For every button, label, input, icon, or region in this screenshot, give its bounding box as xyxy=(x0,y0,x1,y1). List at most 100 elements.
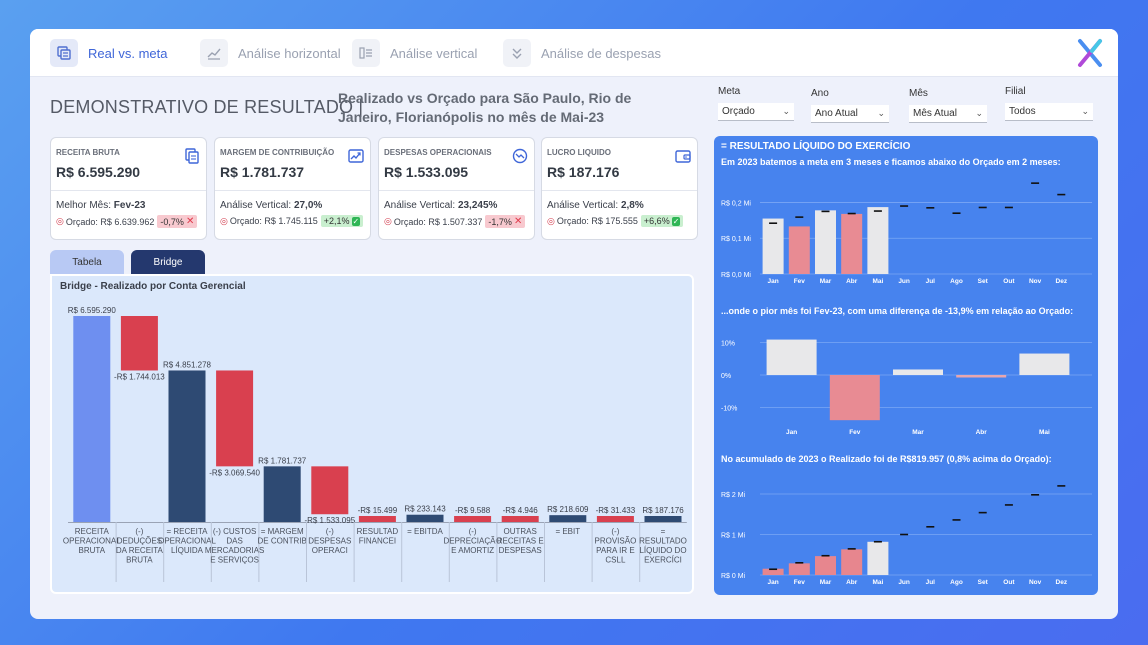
bridge-title: Bridge - Realizado por Conta Gerencial xyxy=(60,281,246,292)
bar-data-label: R$ 4.851.278 xyxy=(163,360,212,369)
variance-bar xyxy=(956,375,1007,378)
divider xyxy=(379,190,534,191)
category-label-line: OPERACI xyxy=(312,546,348,555)
target-icon: ◎ xyxy=(547,215,555,226)
y-tick-label: R$ 0 Mi xyxy=(721,573,746,580)
x-tick-label: Jan xyxy=(786,429,797,436)
x-tick-label: Jun xyxy=(898,579,910,586)
category-label-line: DA RECEITA xyxy=(116,546,164,555)
nav-label: Análise vertical xyxy=(390,45,478,61)
page-title: DEMONSTRATIVO DE RESULTADO | xyxy=(50,97,364,117)
x-tick-label: Mar xyxy=(820,278,832,285)
variance-bar xyxy=(1019,353,1070,375)
close-icon: ✕ xyxy=(513,216,523,227)
bar-data-label: -R$ 1.533.095 xyxy=(304,516,355,525)
resultado-charts: R$ 0,0 Mi R$ 0,1 Mi R$ 0,2 Mi Jan Fev Mar Abr M… xyxy=(721,182,1092,586)
nav-real-vs-meta[interactable]: Real vs. meta xyxy=(50,38,167,68)
category-label-line: EXERCÍCI xyxy=(644,556,682,565)
x-tick-label: Fev xyxy=(794,278,806,285)
category-label: = EBITDA xyxy=(407,527,443,536)
kpi-label: MARGEM DE CONTRIBUIÇÃO xyxy=(220,148,335,157)
category-label-line: LÍQUIDO DO xyxy=(639,546,686,555)
category-label-line: = xyxy=(661,527,666,536)
category-label-line: BRUTA xyxy=(79,546,106,555)
detail-label: Análise Vertical: xyxy=(220,200,292,211)
variance-value: -0,7% xyxy=(160,216,184,227)
filter-ano[interactable]: Ano Ano Atual ⌄ xyxy=(811,88,889,123)
kpi-despesas-operacionais: DESPESAS OPERACIONAIS R$ 1.533.095 Análi… xyxy=(378,137,535,240)
category-label-line: LÍQUIDA xyxy=(171,546,204,555)
bar-data-label: -R$ 15.499 xyxy=(358,506,398,515)
x-tick-label: Jul xyxy=(926,278,936,285)
monthly-bar xyxy=(788,226,810,274)
filter-select[interactable]: Ano Atual ⌄ xyxy=(811,105,889,123)
waterfall-bar xyxy=(311,466,349,515)
nav-label: Análise de despesas xyxy=(541,45,661,61)
tab-tabela[interactable]: Tabela xyxy=(50,250,124,274)
category-label: (-) DEDUÇÕES DA RECEITA BRUTA xyxy=(116,527,164,565)
x-tick-label: Mai xyxy=(1039,429,1050,436)
top-navigation: Real vs. meta Análise horizontal Análise… xyxy=(30,29,1118,77)
y-tick-label: R$ 1 Mi xyxy=(721,533,746,540)
waterfall-bar xyxy=(358,516,396,522)
chevron-double-icon xyxy=(503,39,531,67)
chevron-down-icon: ⌄ xyxy=(975,108,983,118)
category-label-line: (-) xyxy=(469,527,477,536)
filter-mes[interactable]: Mês Mês Atual ⌄ xyxy=(909,88,987,123)
close-icon: ✕ xyxy=(185,216,195,227)
nav-analise-horizontal[interactable]: Análise horizontal xyxy=(200,38,341,68)
x-tick-label: Out xyxy=(1003,278,1015,285)
category-label: (-) DEPRECIAÇÃO E AMORTIZ xyxy=(443,527,501,555)
chevron-down-icon: ⌄ xyxy=(877,108,885,118)
x-tick-label: Mar xyxy=(912,429,924,436)
category-label-line: CSLL xyxy=(605,556,626,565)
trend-chart-icon xyxy=(200,39,228,67)
target-value: Orçado: R$ 175.555 xyxy=(556,216,638,226)
nav-analise-vertical[interactable]: Análise vertical xyxy=(352,38,477,68)
filter-select[interactable]: Todos ⌄ xyxy=(1005,103,1093,121)
bar-data-label: -R$ 31.433 xyxy=(596,506,636,515)
target-value: Orçado: R$ 6.639.962 xyxy=(65,216,155,227)
panel-title: = RESULTADO LÍQUIDO DO EXERCÍCIO xyxy=(721,141,911,152)
kpi-label: DESPESAS OPERACIONAIS xyxy=(384,148,492,157)
category-label: (-) PROVISÃO PARA IR E CSLL xyxy=(595,527,637,565)
y-tick-label: 0% xyxy=(721,373,731,380)
bar-data-label: -R$ 1.744.013 xyxy=(114,372,165,381)
filter-meta[interactable]: Meta Orçado ⌄ xyxy=(718,86,794,121)
x-tick-label: Fev xyxy=(794,579,806,586)
bar-data-label: -R$ 3.069.540 xyxy=(209,468,260,477)
target-icon: ◎ xyxy=(384,216,392,226)
bar-data-label: R$ 233.143 xyxy=(404,505,446,514)
category-label: = MARGEM DE CONTRIB xyxy=(258,527,307,546)
variance-value: -1,7% xyxy=(488,216,512,227)
filter-select[interactable]: Mês Atual ⌄ xyxy=(909,105,987,123)
nav-analise-despesas[interactable]: Análise de despesas xyxy=(503,38,661,68)
category-label-line: OUTRAS xyxy=(504,527,537,536)
category-label-line: (-) xyxy=(611,527,619,536)
x-tick-label: Fev xyxy=(849,429,861,436)
variance-bar xyxy=(893,369,943,375)
variance-badge: -1,7% ✕ xyxy=(485,215,526,228)
category-label-line: = EBIT xyxy=(555,527,580,536)
filter-filial[interactable]: Filial Todos ⌄ xyxy=(1005,86,1093,121)
category-label-line: RECEITAS E xyxy=(497,537,544,546)
bar-data-label: -R$ 9.588 xyxy=(455,506,491,515)
filter-value: Todos xyxy=(1009,106,1036,117)
tab-bridge[interactable]: Bridge xyxy=(131,250,205,274)
filter-select[interactable]: Orçado ⌄ xyxy=(718,103,794,121)
monthly-bar xyxy=(762,218,784,274)
x-tick-label: Mai xyxy=(872,579,883,586)
category-label-line: DEDUÇÕES xyxy=(117,537,162,546)
category-label-line: DE CONTRIB xyxy=(258,537,307,546)
waterfall-bar xyxy=(454,516,492,522)
x-tick-label: Ago xyxy=(950,278,963,285)
kpi-detail: Análise Vertical: 23,245% xyxy=(384,200,497,211)
x-tick-label: Jul xyxy=(926,579,936,586)
category-label-line: OPERACIONAL xyxy=(63,537,121,546)
bar-data-label: R$ 187.176 xyxy=(642,506,684,515)
category-label-line: (-) CUSTOS xyxy=(213,527,256,536)
target-value: Orçado: R$ 1.507.337 xyxy=(393,216,483,227)
category-label-line: DESPESAS xyxy=(308,537,351,546)
nav-label: Real vs. meta xyxy=(88,45,168,61)
wallet-icon xyxy=(675,150,691,163)
